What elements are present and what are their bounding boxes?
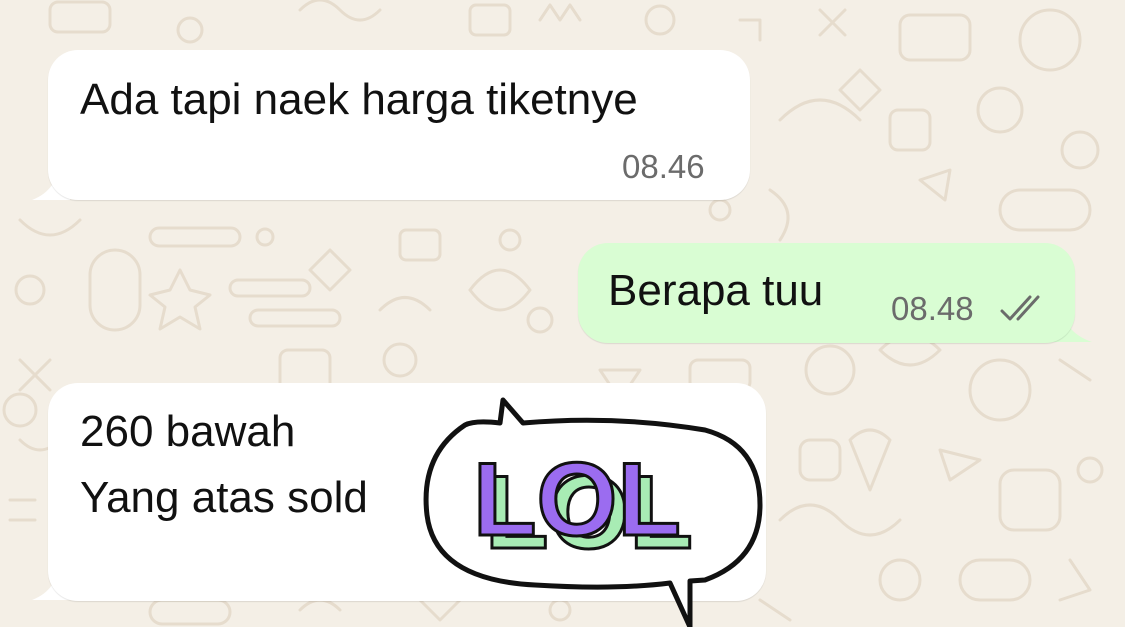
message-text: Berapa tuu [608,266,824,315]
message-time: 08.48 [891,290,974,327]
message-text-line-2: Yang atas sold [80,473,368,522]
double-check-icon [1000,295,1040,321]
lol-sticker[interactable]: LOL LOL [415,395,765,627]
message-text: Ada tapi naek harga tiketnye [80,75,638,124]
message-time: 08.46 [622,148,705,185]
sticker-text: LOL [473,442,681,558]
message-text-line-1: 260 bawah [80,407,296,456]
